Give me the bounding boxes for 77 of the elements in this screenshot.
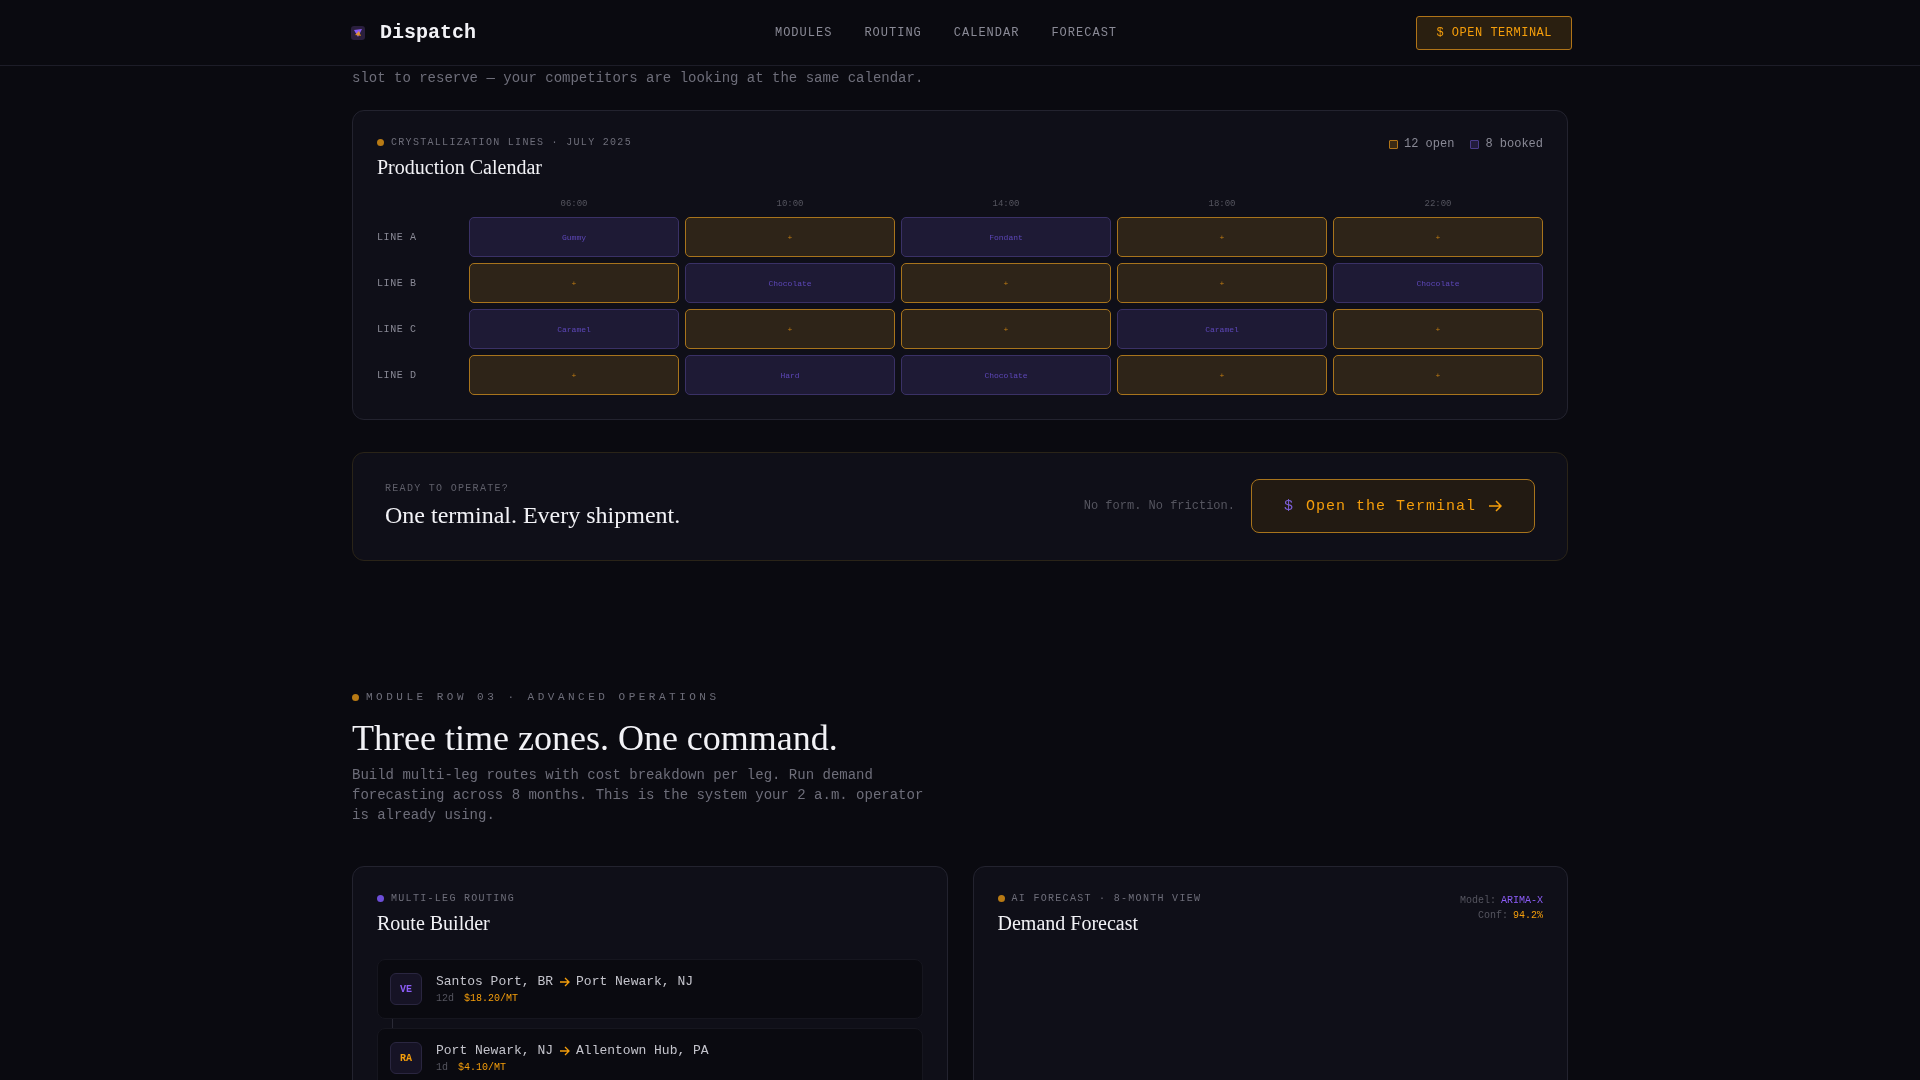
confidence-label: Conf: [1477,910,1508,921]
booked-slot[interactable]: Chocolate [901,355,1111,395]
booked-slot[interactable]: Fondant [901,217,1111,257]
legend-label: 8 booked [1485,137,1543,151]
open-slot[interactable]: + [685,217,895,257]
time-label: 18:00 [1207,199,1237,209]
card-title: Production Calendar [377,156,543,179]
nav-link[interactable]: MODULES [774,25,833,40]
open-terminal-button[interactable]: $ OPEN TERMINAL [1416,15,1572,50]
brand-name[interactable]: Dispatch [380,21,476,44]
arrow-right-icon [559,1044,571,1057]
confidence-value: 94.2% [1513,910,1543,921]
booked-slot[interactable]: Chocolate [1333,263,1543,303]
model-label: Model: [1459,895,1496,906]
cta-note: No form. No friction. [1083,499,1235,513]
legend-label: 12 open [1403,137,1455,151]
time-label: 06:00 [559,199,589,209]
eyebrow-label: MODULE ROW 03 · ADVANCED OPERATIONS [366,691,720,703]
legend-swatch [1388,139,1398,149]
eyebrow-label: MULTI-LEG ROUTING [391,893,516,904]
open-terminal-button[interactable]: $ Open the Terminal [1250,479,1535,533]
time-label: 10:00 [775,199,805,209]
cost-label: $18.20/MT [464,993,519,1004]
nav-link[interactable]: ROUTING [864,25,922,40]
open-slot[interactable]: + [901,263,1111,303]
route-leg[interactable]: VE Santos Port, BR Port Newark, NJ 12d $18.20/MT [377,959,923,1019]
arrow-right-icon [1488,499,1502,513]
eyebrow-label: AI FORECAST · 8-MONTH VIEW [1011,893,1202,904]
open-slot[interactable]: + [1117,355,1327,395]
open-slot[interactable]: + [469,263,679,303]
legend-swatch [1470,139,1480,149]
cta-title: One terminal. Every shipment. [385,502,681,529]
logo-icon [350,24,366,41]
destination-label: Port Newark, NJ [576,974,694,989]
section-heading: Three time zones. One command. [352,717,839,759]
open-slot[interactable]: + [1117,217,1327,257]
model-value: ARIMA-X [1501,895,1543,906]
open-slot[interactable]: + [469,355,679,395]
eyebrow-label: CRYSTALLIZATION LINES · JULY 2025 [391,137,632,148]
time-label: 22:00 [1423,199,1453,209]
card-title: Route Builder [377,912,491,935]
line-label: LINE B [377,277,418,289]
status-dot [352,693,359,701]
line-label: LINE D [377,369,418,381]
line-label: LINE C [377,323,418,335]
booked-slot[interactable]: Caramel [469,309,679,349]
booked-slot[interactable]: Hard [685,355,895,395]
intro-text: slot to reserve — your competitors are looking at the same calendar. [352,70,925,88]
time-label: 14:00 [991,199,1021,209]
leg-badge: RA [390,1042,422,1074]
route-leg[interactable]: RA Port Newark, NJ Allentown Hub, PA 1d $4.10/MT [377,1028,923,1080]
origin-label: Santos Port, BR [436,974,554,989]
arrow-right-icon [559,975,571,988]
leg-badge: VE [390,973,422,1005]
line-label: LINE A [377,231,418,243]
open-slot[interactable]: + [1333,217,1543,257]
open-slot[interactable]: + [901,309,1111,349]
booked-slot[interactable]: Caramel [1117,309,1327,349]
card-title: Demand Forecast [997,912,1139,935]
nav-link[interactable]: FORECAST [1051,25,1118,40]
status-dot [377,139,384,146]
open-slot[interactable]: + [1117,263,1327,303]
destination-label: Allentown Hub, PA [576,1043,709,1058]
nav-link[interactable]: CALENDAR [953,25,1020,40]
origin-label: Port Newark, NJ [436,1043,554,1058]
cost-label: $4.10/MT [458,1062,507,1073]
booked-slot[interactable]: Chocolate [685,263,895,303]
open-slot[interactable]: + [685,309,895,349]
section-description: Build multi-leg routes with cost breakdown per leg. Run demand forecasting across 8 months. This is the system your 2 a.m. operator is already using. [352,766,925,825]
open-slot[interactable]: + [1333,309,1543,349]
duration-label: 1d [436,1062,448,1073]
booked-slot[interactable]: Gummy [469,217,679,257]
status-dot [377,895,384,902]
eyebrow-label: READY TO OPERATE? [385,483,511,494]
duration-label: 12d [436,993,454,1004]
status-dot [997,895,1005,902]
open-slot[interactable]: + [1333,355,1543,395]
